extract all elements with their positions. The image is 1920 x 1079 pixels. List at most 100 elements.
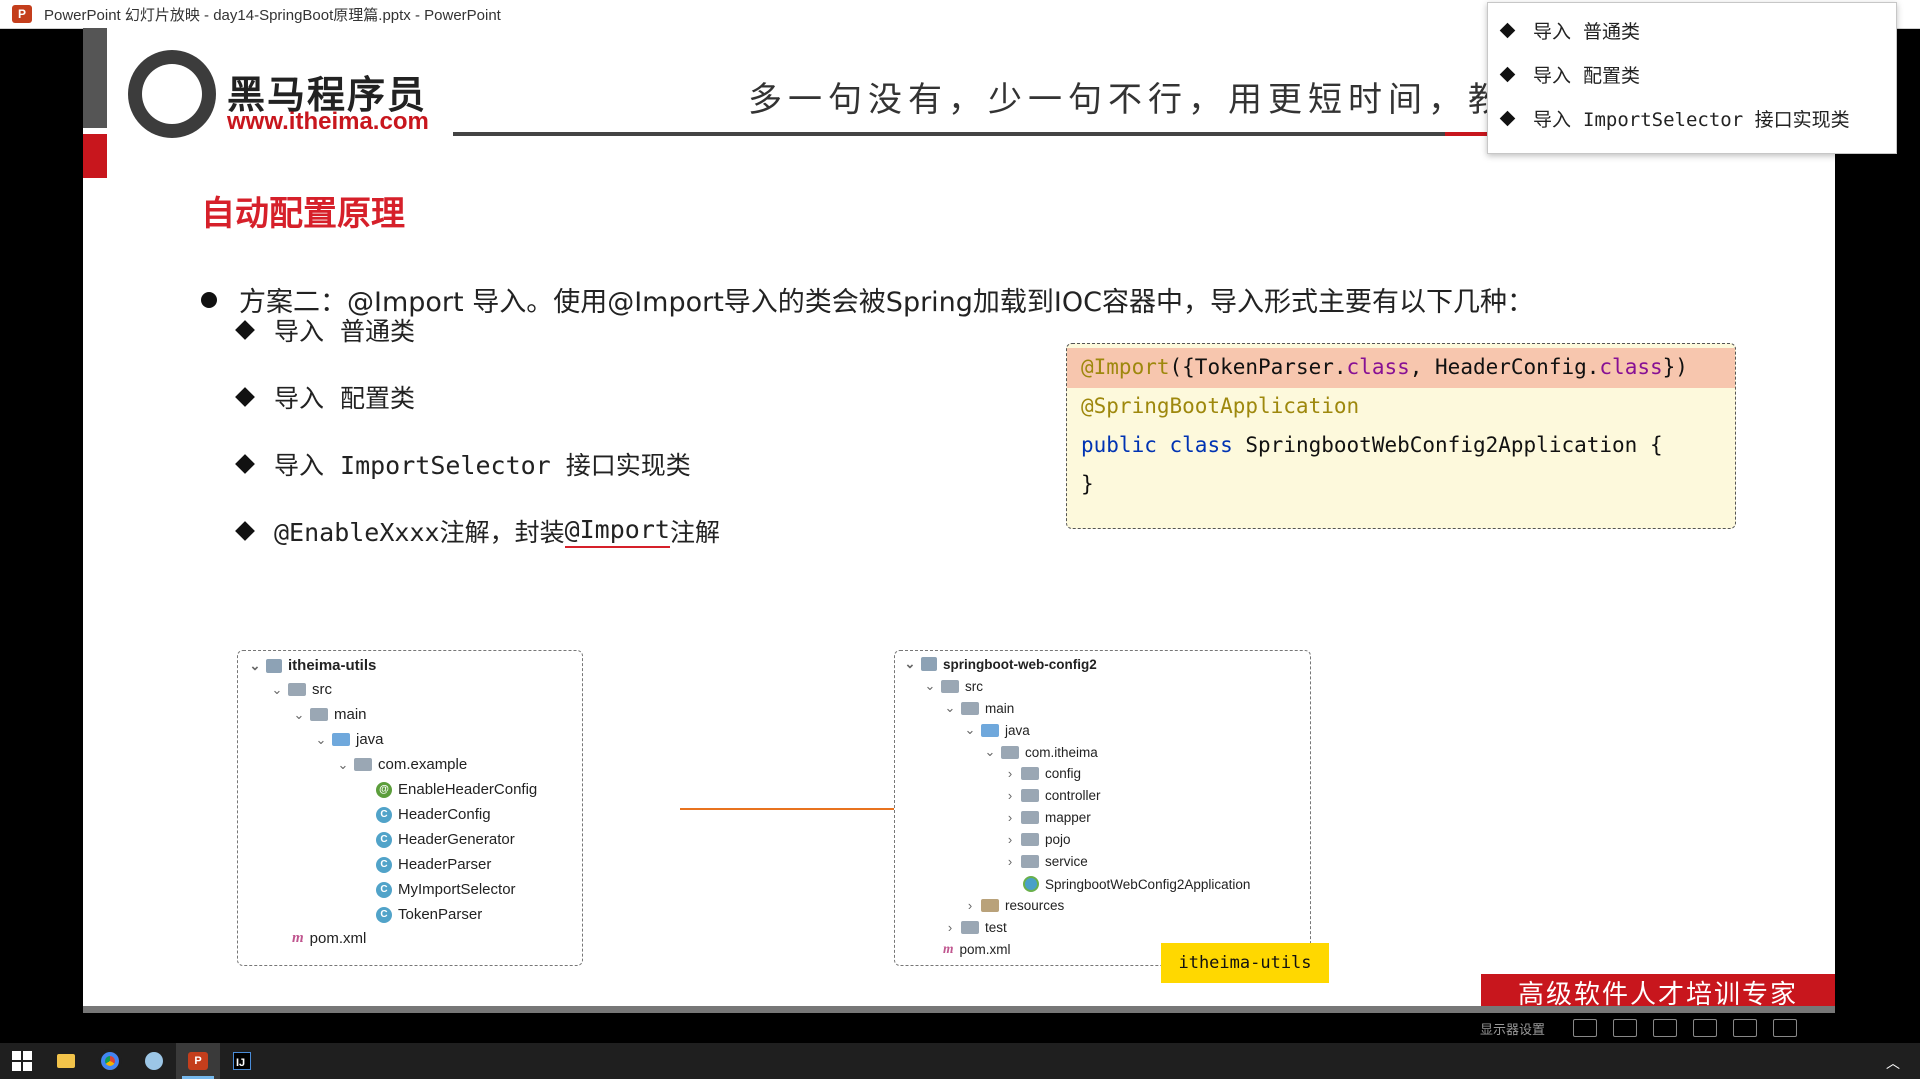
- slide-title: 自动配置原理: [201, 194, 405, 234]
- tree-resources[interactable]: › resources: [963, 898, 1064, 913]
- footer-slogan: 高级软件人才培训专家: [1481, 974, 1835, 1010]
- sub-item-prefix: 导入: [274, 317, 325, 346]
- resources-folder-icon: [981, 899, 999, 912]
- tree-class[interactable]: C HeaderGenerator: [376, 831, 515, 848]
- left-project-tree: ⌄ itheima-utils ⌄ src ⌄ main ⌄ java ⌄ com.exa…: [237, 650, 583, 966]
- source-folder-icon: [332, 733, 350, 746]
- slide-bottom-bar: [83, 1006, 1835, 1013]
- tree-class[interactable]: C TokenParser: [376, 906, 482, 923]
- prev-slide-icon[interactable]: [1573, 1019, 1598, 1037]
- sub-item-config-class: 导入 配置类: [235, 379, 416, 415]
- tree-root[interactable]: ⌄ itheima-utils: [248, 657, 377, 674]
- tree-folder[interactable]: › controller: [1003, 788, 1101, 803]
- package-icon: [1021, 811, 1039, 824]
- sub-item-text: 普通类: [340, 317, 416, 346]
- diamond-bullet-icon: [235, 521, 255, 541]
- tree-pom[interactable]: m pom.xml: [943, 941, 1011, 957]
- sub-item-plain-class: 导入 普通类: [235, 312, 416, 348]
- display-settings-button[interactable]: 显示器设置: [1480, 1019, 1545, 1038]
- windows-icon: [12, 1051, 32, 1071]
- folder-icon: [941, 679, 959, 693]
- normal-view-icon[interactable]: [1773, 1019, 1798, 1037]
- tree-src[interactable]: ⌄ src: [923, 678, 983, 694]
- tree-app-class[interactable]: SpringbootWebConfig2Application: [1023, 876, 1250, 892]
- sorter-view-icon[interactable]: [1733, 1019, 1758, 1037]
- class-icon: C: [376, 831, 392, 848]
- right-project-tree: ⌄ springboot-web-config2 ⌄ src ⌄ main ⌄ java…: [894, 650, 1311, 966]
- tree-src[interactable]: ⌄ src: [270, 681, 332, 698]
- popup-item[interactable]: 导入 ImportSelector 接口实现类: [1499, 105, 1850, 132]
- tree-package[interactable]: ⌄ com.example: [336, 756, 468, 773]
- slideshow-controls: 显示器设置: [1470, 1013, 1920, 1043]
- tree-pom[interactable]: m pom.xml: [292, 930, 366, 947]
- taskbar: P IJ ︿: [0, 1043, 1920, 1079]
- powerpoint-icon: P: [188, 1052, 208, 1070]
- package-icon: [354, 758, 372, 771]
- code-line-class: public class SpringbootWebConfig2Applica…: [1081, 433, 1663, 457]
- intellij-icon: IJ: [233, 1052, 251, 1070]
- code-snippet: @Import({TokenParser.class, HeaderConfig…: [1066, 343, 1736, 529]
- tree-class[interactable]: C MyImportSelector: [376, 881, 516, 898]
- sub-item-prefix: 导入: [274, 384, 325, 413]
- horse-logo-icon: [128, 50, 216, 138]
- slide[interactable]: 黑马程序员 www.itheima.com 多一句没有，少一句不行，用更短时间，…: [83, 28, 1835, 1013]
- slide-grid-icon[interactable]: [1613, 1019, 1638, 1037]
- sub-item-prefix: 导入: [274, 451, 325, 480]
- tree-folder[interactable]: › mapper: [1003, 810, 1091, 825]
- class-icon: C: [376, 881, 392, 898]
- tree-class[interactable]: @ EnableHeaderConfig: [376, 781, 537, 798]
- tree-folder[interactable]: › pojo: [1003, 832, 1071, 847]
- next-slide-icon[interactable]: [1653, 1019, 1678, 1037]
- spring-boot-class-icon: [1023, 876, 1039, 892]
- sub-item-import-selector: 导入 ImportSelector 接口实现类: [235, 446, 691, 482]
- tree-folder[interactable]: › config: [1003, 766, 1081, 781]
- tree-root[interactable]: ⌄ springboot-web-config2: [903, 656, 1097, 672]
- header-slogan: 多一句没有，少一句不行，用更短时间，教会: [748, 80, 1548, 120]
- tree-test[interactable]: › test: [943, 920, 1007, 935]
- sub-item-text: 配置类: [340, 384, 416, 413]
- tray-chevron-up-icon[interactable]: ︿: [1886, 1053, 1900, 1073]
- slide-side-red-accent: [83, 134, 107, 178]
- start-button[interactable]: [0, 1043, 44, 1079]
- taskbar-chrome[interactable]: [88, 1043, 132, 1079]
- tree-java[interactable]: ⌄ java: [314, 731, 384, 748]
- tree-main[interactable]: ⌄ main: [292, 706, 367, 723]
- bullet-dot-icon: [201, 291, 217, 308]
- tree-class[interactable]: C HeaderConfig: [376, 806, 491, 823]
- code-line-annotation: @SpringBootApplication: [1081, 394, 1360, 418]
- class-icon: C: [376, 806, 392, 823]
- logo-url: www.itheima.com: [227, 108, 429, 135]
- popup-item[interactable]: 导入 配置类: [1499, 61, 1640, 88]
- code-line-import: @Import({TokenParser.class, HeaderConfig…: [1081, 355, 1688, 379]
- slide-side-bar: [83, 28, 107, 128]
- tree-java[interactable]: ⌄ java: [963, 722, 1030, 738]
- folder-icon: [310, 708, 328, 721]
- window-title: PowerPoint 幻灯片放映 - day14-SpringBoot原理篇.p…: [44, 6, 501, 24]
- outline-popup[interactable]: 导入 普通类 导入 配置类 导入 ImportSelector 接口实现类: [1487, 2, 1897, 154]
- taskbar-intellij[interactable]: IJ: [220, 1043, 264, 1079]
- taskbar-file-explorer[interactable]: [44, 1043, 88, 1079]
- package-icon: [1001, 745, 1019, 759]
- app-icon: [145, 1052, 163, 1070]
- tree-package[interactable]: ⌄ com.itheima: [983, 744, 1098, 760]
- chrome-icon: [98, 1049, 122, 1073]
- tree-folder[interactable]: › service: [1003, 854, 1088, 869]
- taskbar-app[interactable]: [132, 1043, 176, 1079]
- class-icon: C: [376, 906, 392, 923]
- diamond-bullet-icon: [1499, 22, 1516, 39]
- taskbar-powerpoint[interactable]: P: [176, 1043, 220, 1079]
- reading-view-icon[interactable]: [1693, 1019, 1718, 1037]
- diamond-bullet-icon: [235, 454, 255, 474]
- package-icon: [1021, 855, 1039, 868]
- tree-main[interactable]: ⌄ main: [943, 700, 1015, 716]
- enable-item-post: 注解: [669, 518, 720, 547]
- tree-class[interactable]: C HeaderParser: [376, 856, 491, 873]
- popup-item[interactable]: 导入 普通类: [1499, 17, 1640, 44]
- diamond-bullet-icon: [1499, 110, 1516, 127]
- maven-icon: m: [943, 941, 954, 956]
- annotation-icon: @: [376, 781, 392, 798]
- diamond-bullet-icon: [1499, 66, 1516, 83]
- main-bullet-text: 方案二：@Import 导入。使用@Import导入的类会被Spring加载到I…: [239, 287, 1534, 318]
- powerpoint-icon: P: [12, 5, 32, 23]
- highlight-label: itheima-utils: [1161, 943, 1329, 983]
